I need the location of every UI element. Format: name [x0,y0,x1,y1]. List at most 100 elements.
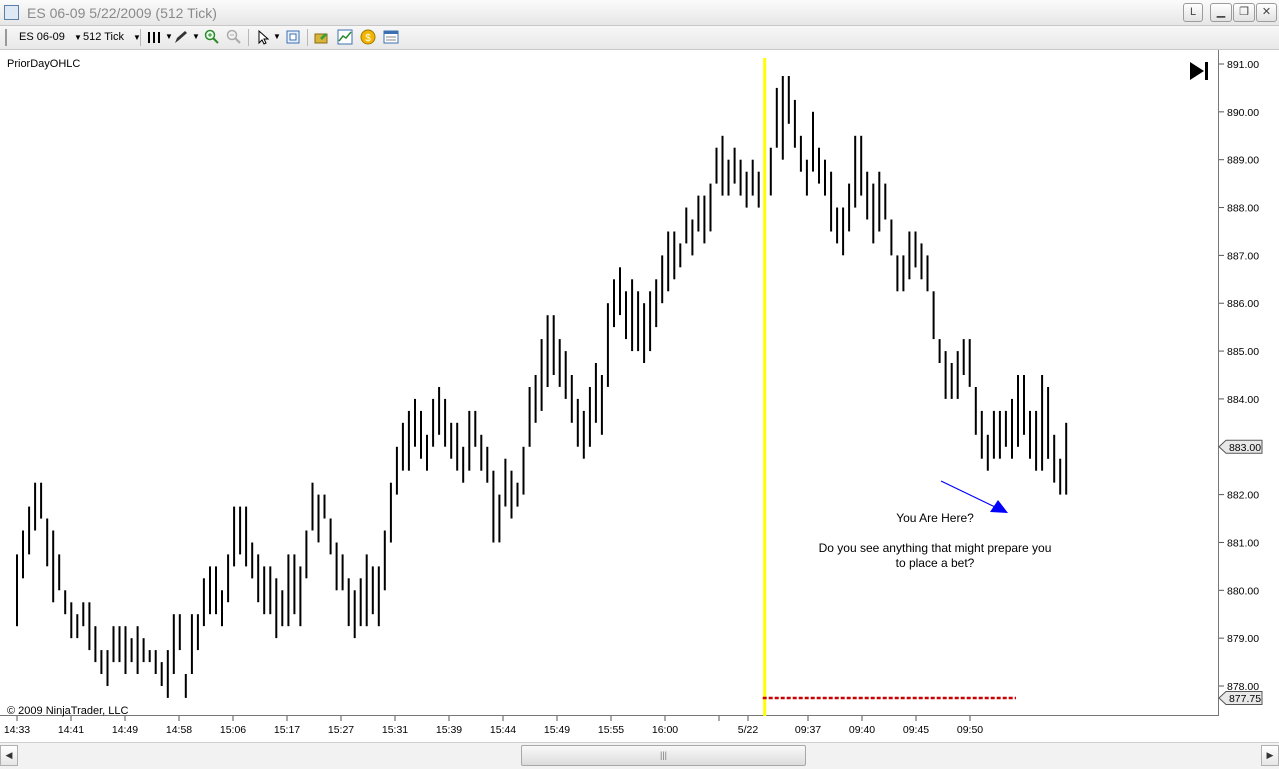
price-bar [619,267,621,316]
annotation-line-2: to place a bet? [896,556,975,570]
time-tick-label: 15:49 [544,724,570,736]
time-tick-label: 14:33 [4,724,30,736]
price-bar [787,76,790,124]
layout-button[interactable]: L [1183,3,1203,22]
bars-style-icon[interactable] [146,29,162,45]
toolbar-grip[interactable] [5,29,7,46]
price-bar [757,171,760,208]
time-tick-label: 15:27 [328,724,354,736]
price-bar [600,375,603,435]
price-bar [613,279,615,328]
price-bar [389,482,392,543]
price-tick-label: 887.00 [1227,250,1259,262]
time-tick-label: 09:37 [795,724,821,736]
time-axis[interactable]: 14:33 14:41 14:49 14:58 15:06 15:17 15:27 15:31… [4,716,983,736]
price-tick-label: 889.00 [1227,155,1259,167]
price-bar [673,231,676,280]
price-tick-label: 882.00 [1227,490,1259,502]
price-bar [178,614,181,651]
price-tick-label: 886.00 [1227,298,1259,310]
price-bar [215,566,217,615]
zoom-in-icon[interactable] [204,29,220,45]
price-bar [914,231,917,268]
restore-button[interactable]: ❐ [1233,3,1255,22]
price-bar [727,159,730,196]
drawing-pencil-icon[interactable] [173,29,189,45]
time-tick-label: 14:49 [112,724,138,736]
last-price-marker: 883.00 [1218,439,1263,454]
session-break-line [763,58,767,716]
price-chart[interactable]: 878.00879.00880.00881.00882.00883.00884.… [0,50,1279,742]
price-bar [136,626,139,674]
price-bar [986,434,989,471]
price-bar [582,410,585,459]
price-bar [830,171,833,232]
scroll-left-button[interactable]: ◀ [0,745,18,766]
price-bar [504,458,507,507]
price-bar [805,159,808,196]
interval-label: 512 Tick [83,31,124,43]
time-tick-label: 15:39 [436,724,462,736]
price-bar [239,506,242,555]
time-tick-label: 15:55 [598,724,624,736]
price-bar [950,363,953,399]
strategies-icon[interactable]: $ [360,29,376,45]
price-bar [233,506,236,567]
price-bar [637,291,640,352]
svg-text:$: $ [365,33,371,44]
price-bar [902,255,905,292]
interval-selector[interactable]: 512 Tick ▼ [83,28,141,47]
time-tick-label: 14:58 [166,724,192,736]
price-bar [82,602,85,627]
annotation-arrow-line [940,480,996,508]
chart-toolbar: ES 06-09 ▼ 512 Tick ▼ ▼ ▼ ▼ $ [0,26,1279,50]
price-bar [667,231,670,292]
price-bar [486,446,489,483]
price-bar [606,303,609,387]
price-bar [818,147,820,184]
scroll-right-button[interactable]: ▶ [1261,745,1279,766]
chevron-down-icon[interactable]: ▼ [269,29,285,45]
chevron-down-icon[interactable]: ▼ [188,29,204,45]
time-tick-label: 09:40 [849,724,875,736]
price-bar [920,243,923,280]
price-bar [100,650,103,674]
price-bar [703,195,706,244]
price-tick-label: 881.00 [1227,537,1259,549]
zoom-out-icon[interactable] [226,29,242,45]
price-bar [649,291,652,352]
price-bar [245,506,248,567]
close-button[interactable]: ✕ [1256,3,1277,22]
instrument-selector[interactable]: ES 06-09 ▼ [19,28,82,47]
window-title-bar[interactable]: ES 06-09 5/22/2009 (512 Tick) L ▁ ❐ ✕ [0,0,1279,26]
chart-properties-icon[interactable] [285,29,301,45]
instrument-label: ES 06-09 [19,31,65,43]
price-bar [359,578,362,627]
indicators-icon[interactable] [337,29,353,45]
price-bar [335,542,338,591]
price-bar [365,554,368,627]
minimize-button[interactable]: ▁ [1210,3,1232,22]
price-bar [1004,410,1007,447]
chart-panel[interactable]: 878.00879.00880.00881.00882.00883.00884.… [0,50,1279,742]
time-tick-label: 14:41 [58,724,84,736]
price-bar [407,410,410,471]
price-bar [299,566,302,627]
price-bar [293,554,296,615]
instrument-folder-icon[interactable] [314,29,330,45]
last-price-label: 883.00 [1229,442,1261,454]
skip-to-end-icon[interactable] [1190,62,1208,80]
time-tick-label: 15:31 [382,724,408,736]
price-bar [1065,422,1068,495]
price-bar [46,518,49,567]
price-bar [516,482,519,507]
price-bar [498,494,501,543]
price-axis[interactable]: 878.00879.00880.00881.00882.00883.00884.… [1219,59,1259,693]
price-bar [872,183,875,244]
prior-low-marker: 877.75 [1218,690,1263,705]
scroll-thumb[interactable]: ||| [521,745,806,766]
price-bars [16,76,1068,698]
price-bar [878,171,881,232]
horizontal-scrollbar[interactable]: ◀ ||| ▶ [0,742,1279,769]
data-box-icon[interactable] [383,29,399,45]
